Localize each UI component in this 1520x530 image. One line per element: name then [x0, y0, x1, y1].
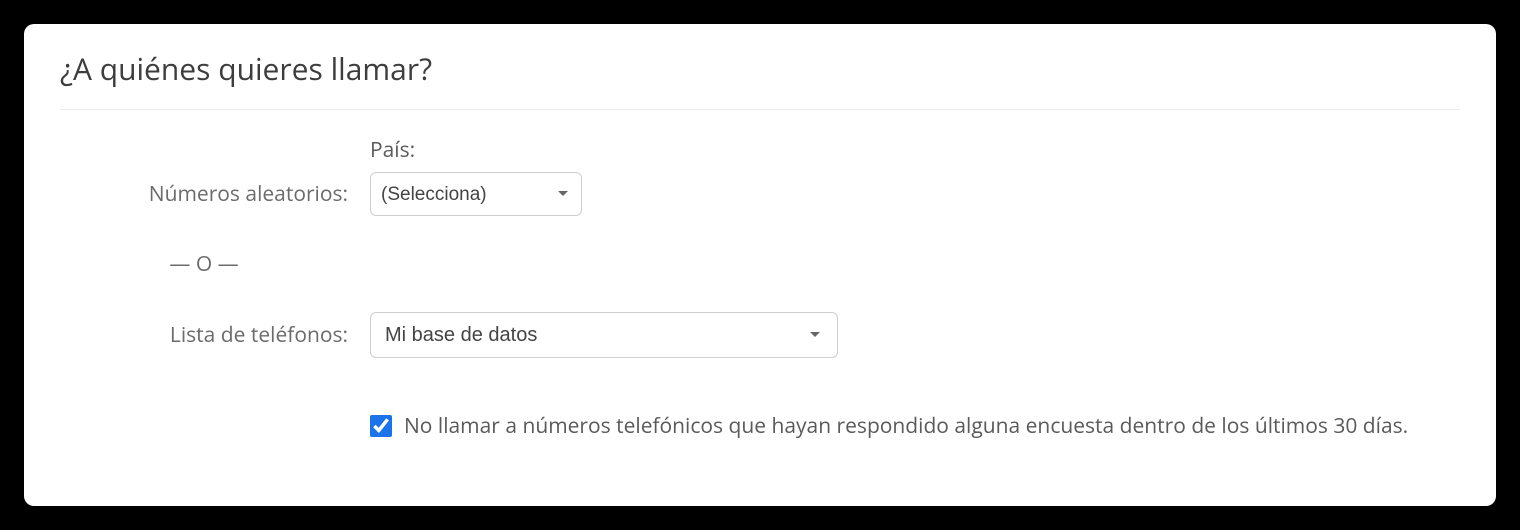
- phonelist-label: Lista de teléfonos:: [60, 321, 370, 349]
- divider-text: — O —: [60, 250, 370, 278]
- phonelist-row: Lista de teléfonos: Mi base de datos: [60, 312, 1460, 358]
- exclude-label-text: No llamar a números telefónicos que haya…: [404, 412, 1408, 440]
- country-label: País:: [370, 136, 415, 164]
- panel-title: ¿A quiénes quieres llamar?: [60, 48, 1460, 110]
- phonelist-select[interactable]: Mi base de datos: [370, 312, 838, 358]
- country-block: País: (Selecciona): [370, 136, 582, 216]
- phonelist-val: Mi base de datos: [370, 312, 838, 358]
- divider-row: — O —: [60, 250, 1460, 278]
- random-numbers-row: Números aleatorios: País: (Selecciona): [60, 136, 1460, 216]
- exclude-row: No llamar a números telefónicos que haya…: [60, 412, 1460, 440]
- country-select[interactable]: (Selecciona): [370, 172, 582, 216]
- exclude-check-label-wrap[interactable]: No llamar a números telefónicos que haya…: [370, 412, 1408, 440]
- call-targets-panel: ¿A quiénes quieres llamar? Números aleat…: [24, 24, 1496, 506]
- exclude-checkbox[interactable]: [370, 415, 392, 437]
- random-numbers-label: Números aleatorios:: [60, 180, 370, 216]
